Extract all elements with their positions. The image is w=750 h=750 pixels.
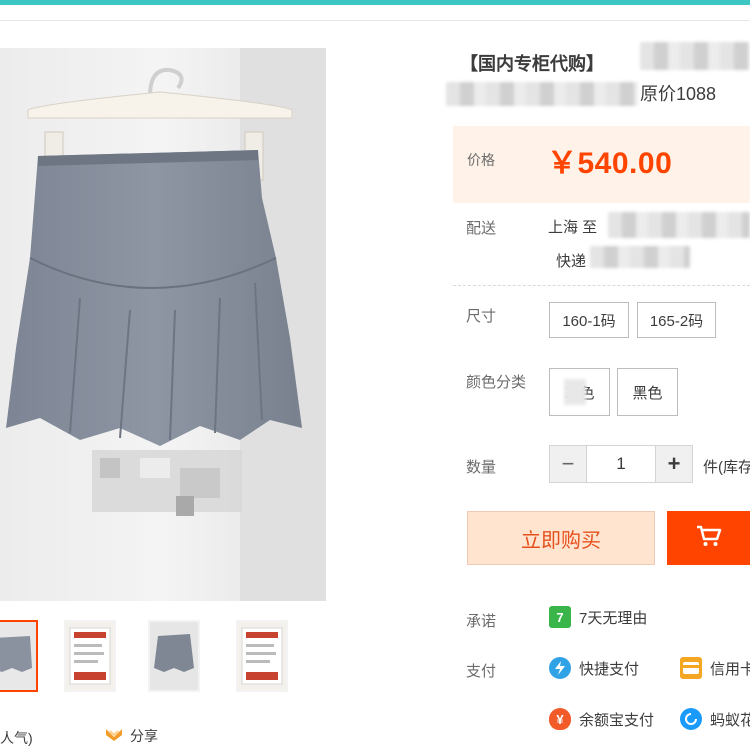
thumbnail-2[interactable] — [64, 620, 116, 692]
redacted-title-part — [640, 42, 750, 70]
price-label: 价格 — [467, 152, 495, 168]
top-divider — [0, 20, 750, 21]
share-label: 分享 — [130, 728, 158, 744]
payment-yuebao[interactable]: ¥ 余额宝支付 — [549, 708, 654, 730]
seven-day-badge-icon: 7 — [549, 606, 571, 628]
delivery-label: 配送 — [466, 220, 497, 237]
size-option-160[interactable]: 160-1码 — [549, 302, 629, 338]
price-panel: 价格 ￥540.00 — [453, 126, 750, 203]
payment-huabei[interactable]: 蚂蚁花 — [680, 708, 750, 730]
buy-now-button[interactable]: 立即购买 — [467, 511, 655, 565]
color-option-gray[interactable]: 灰色 — [549, 368, 610, 416]
delivery-from: 上海 至 — [548, 219, 598, 236]
redacted-delivery-fee — [590, 246, 690, 268]
payment-creditcard-label: 信用卡 — [710, 660, 750, 678]
thumbnail-3[interactable] — [148, 620, 200, 692]
payment-quickpay-label: 快捷支付 — [579, 660, 640, 678]
payment-quickpay[interactable]: 快捷支付 — [549, 657, 639, 679]
share-icon — [104, 727, 124, 746]
payment-yuebao-label: 余额宝支付 — [579, 711, 655, 729]
redacted-subtitle-part — [446, 82, 638, 106]
quantity-increase-button[interactable]: + — [655, 445, 693, 483]
popularity-text: 人气) — [0, 730, 33, 746]
quantity-input[interactable]: 1 — [587, 445, 655, 483]
thumbnail-4[interactable] — [236, 620, 288, 692]
shopping-cart-icon — [696, 524, 722, 553]
promise-text: 7天无理由 — [579, 609, 648, 627]
promise-7day[interactable]: 7 7天无理由 — [549, 606, 647, 628]
size-label: 尺寸 — [466, 308, 497, 325]
thumbnail-1[interactable] — [0, 620, 38, 692]
redacted-color-name — [564, 379, 586, 405]
add-to-cart-button[interactable] — [667, 511, 750, 565]
thumbnail-strip — [0, 620, 430, 700]
gallery-meta-row: 人气) 分享 — [0, 724, 430, 750]
huabei-icon — [680, 708, 702, 730]
quantity-label: 数量 — [466, 459, 497, 476]
payment-creditcard[interactable]: 信用卡 — [680, 657, 750, 679]
delivery-divider — [453, 285, 750, 286]
delivery-method: 快递 — [556, 253, 587, 270]
money-bag-icon: ¥ — [549, 708, 571, 730]
color-label: 颜色分类 — [466, 374, 527, 391]
product-subtitle: 原价1088 — [640, 84, 717, 104]
quantity-stepper: − 1 + — [549, 445, 693, 483]
price-value: ￥540.00 — [547, 147, 673, 180]
share-button[interactable]: 分享 — [104, 726, 158, 746]
lightning-icon — [549, 657, 571, 679]
color-option-black[interactable]: 黑色 — [617, 368, 678, 416]
top-accent-bar — [0, 0, 750, 5]
promise-label: 承诺 — [466, 613, 497, 630]
redacted-destination — [608, 212, 750, 238]
stock-text: 件(库存 — [703, 459, 750, 476]
payment-label: 支付 — [466, 663, 497, 680]
quantity-decrease-button[interactable]: − — [549, 445, 587, 483]
payment-huabei-label: 蚂蚁花 — [710, 711, 750, 729]
size-option-165[interactable]: 165-2码 — [637, 302, 716, 338]
credit-card-icon — [680, 657, 702, 679]
main-product-image[interactable] — [0, 48, 326, 601]
